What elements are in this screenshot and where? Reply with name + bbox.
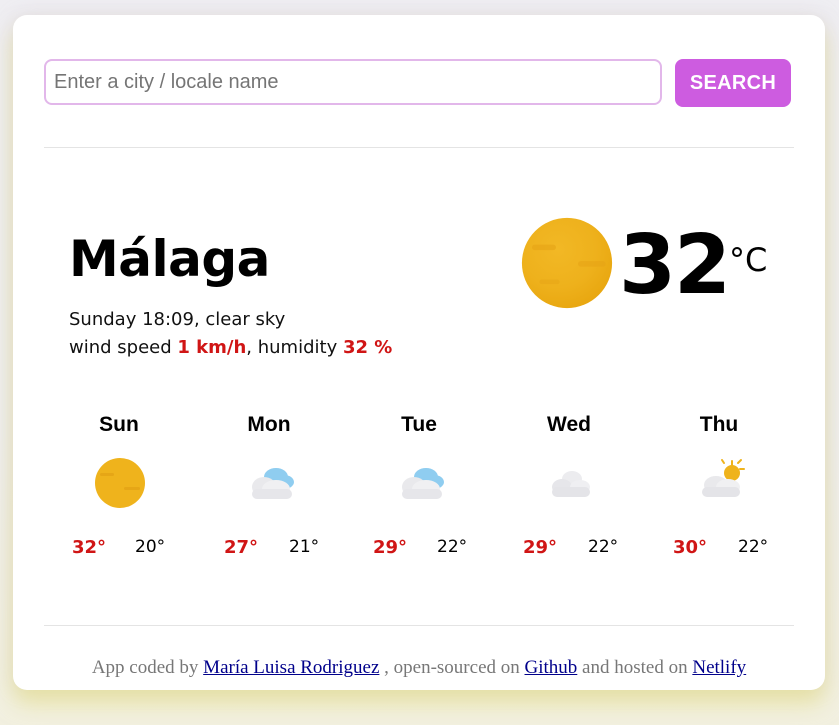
forecast-day-name: Mon [247, 413, 291, 436]
forecast-min-temp: 22° [738, 537, 769, 557]
top-divider [44, 147, 794, 148]
footer: App coded by María Luisa Rodriguez , ope… [13, 657, 825, 679]
city-name: Málaga [69, 230, 270, 288]
search-form: SEARCH [44, 59, 791, 109]
forecast-max-temp: 27° [224, 537, 259, 558]
sun-icon [521, 217, 613, 309]
humidity-value: 32 % [342, 337, 393, 358]
forecast-day-sun: Sun 32° 20° [59, 413, 179, 558]
forecast-max-temp: 29° [523, 537, 558, 558]
cloud-icon [552, 471, 590, 497]
forecast-max-temp: 29° [373, 537, 408, 558]
wind-speed-value: 1 km/h [177, 337, 247, 358]
forecast-day-thu: Thu 30° 22° [659, 413, 779, 558]
humidity-label: , humidity [246, 337, 343, 358]
cloud-icon [402, 468, 444, 499]
forecast-min-temp: 22° [588, 537, 619, 557]
sun-icon [95, 458, 145, 508]
datetime-description: Sunday 18:09, clear sky [69, 309, 286, 330]
current-temperature: 32 [619, 218, 731, 313]
forecast-min-temp: 20° [135, 537, 166, 557]
forecast-day-mon: Mon 27° 21° [209, 413, 329, 558]
netlify-link[interactable]: Netlify [692, 657, 746, 678]
cloud-icon [252, 468, 294, 499]
author-link[interactable]: María Luisa Rodriguez [203, 657, 379, 678]
search-button[interactable]: SEARCH [675, 59, 791, 107]
search-input[interactable] [44, 59, 662, 105]
forecast-day-name: Wed [547, 413, 591, 436]
bottom-divider [44, 625, 794, 626]
forecast-day-name: Sun [99, 413, 139, 436]
weather-card: SEARCH Málaga Sunday 18:09, clear sky wi… [13, 15, 825, 690]
forecast-day-tue: Tue 29° 22° [359, 413, 479, 558]
partly-cloudy-icon [702, 459, 745, 497]
forecast-day-name: Tue [401, 413, 437, 436]
github-link[interactable]: Github [525, 657, 578, 678]
footer-prefix: App coded by [91, 657, 204, 678]
temperature-unit: °C [729, 241, 768, 279]
forecast-max-temp: 30° [673, 537, 708, 558]
forecast-max-temp: 32° [72, 537, 107, 558]
wind-humidity-line: wind speed 1 km/h, humidity 32 % [69, 337, 392, 358]
footer-middle: , open-sourced on [379, 657, 525, 678]
footer-middle2: and hosted on [577, 657, 693, 678]
forecast-min-temp: 21° [289, 537, 320, 557]
forecast-day-name: Thu [699, 413, 739, 436]
wind-label: wind speed [69, 337, 178, 358]
forecast-min-temp: 22° [437, 537, 468, 557]
forecast-day-wed: Wed 29° 22° [509, 413, 629, 558]
